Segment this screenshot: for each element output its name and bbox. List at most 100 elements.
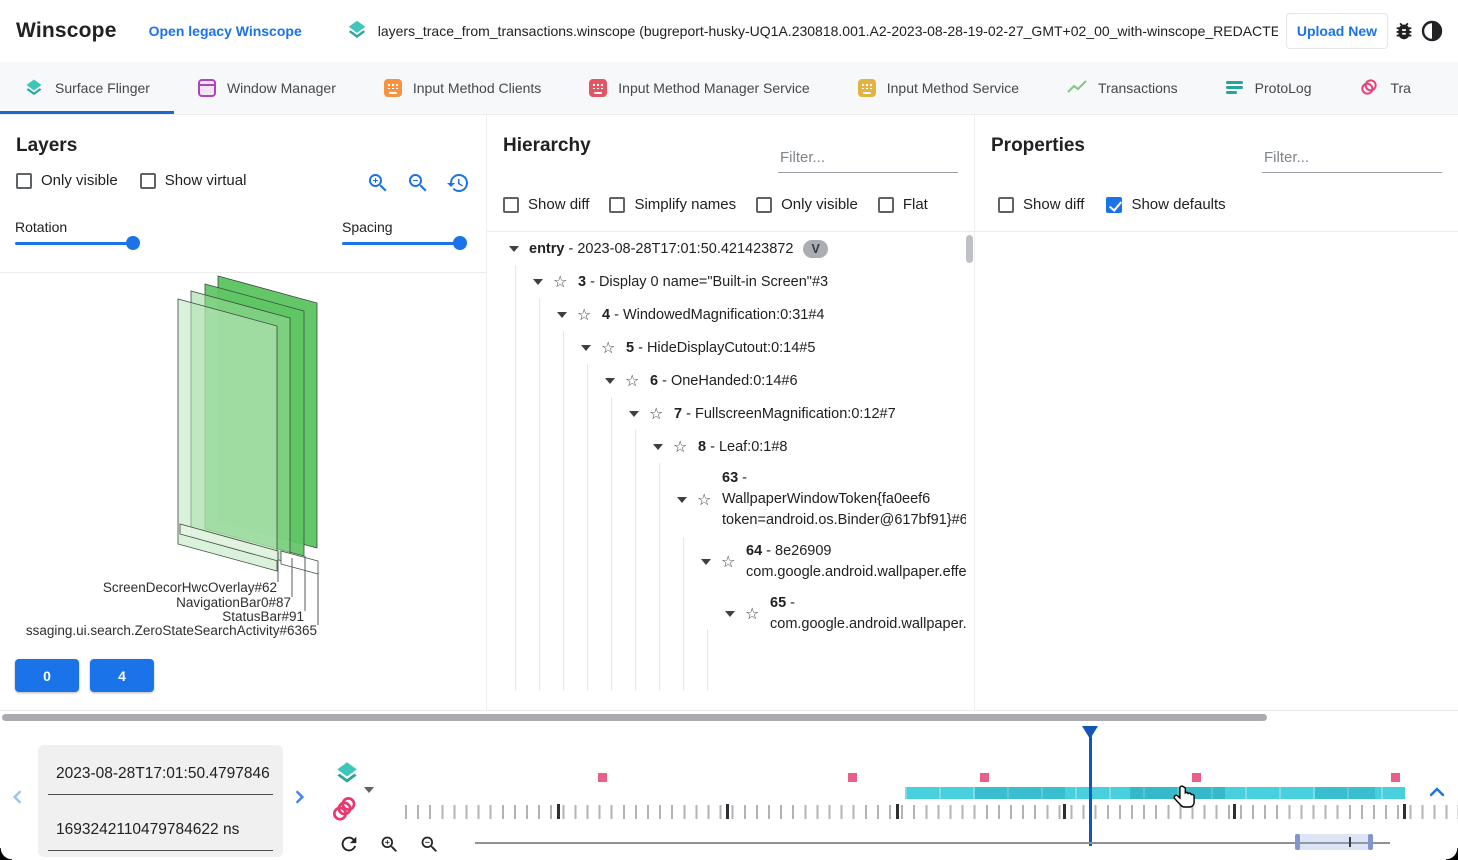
star-icon[interactable]: ☆ [745, 604, 762, 624]
zoom-in-icon[interactable] [366, 171, 390, 195]
tree-row[interactable]: ☆ 64 - 8e26909 com.google.android.wallpa… [487, 536, 966, 588]
active-trace-layers-icon[interactable] [334, 759, 360, 790]
hierarchy-filter-input[interactable] [778, 145, 958, 173]
list-lines-icon [1226, 81, 1244, 95]
checkbox-checked[interactable] [1106, 197, 1122, 213]
chevron-down-icon[interactable] [509, 246, 519, 252]
slider-thumb[interactable] [126, 236, 140, 250]
tab-protolog[interactable]: ProtoLog [1202, 62, 1336, 114]
report-bug-icon[interactable] [1392, 19, 1416, 43]
tab-input-method-service[interactable]: Input Method Service [834, 62, 1043, 114]
event-marker[interactable] [1391, 773, 1400, 782]
timeline-zoom-out-icon[interactable] [419, 834, 440, 860]
show-virtual-checkbox[interactable]: Show virtual [140, 172, 247, 189]
timeline-zoom-in-icon[interactable] [379, 834, 400, 860]
tab-input-method-clients[interactable]: Input Method Clients [360, 62, 565, 114]
event-marker[interactable] [598, 773, 607, 782]
zoom-out-icon[interactable] [406, 171, 430, 195]
timeline-cursor-handle[interactable] [1082, 726, 1098, 739]
star-icon[interactable]: ☆ [721, 552, 738, 572]
tab-input-method-manager-service[interactable]: Input Method Manager Service [565, 62, 833, 114]
tree-row-entry[interactable]: entry - 2023-08-28T17:01:50.421423872 V [487, 232, 966, 265]
tab-surface-flinger[interactable]: Surface Flinger [0, 62, 174, 114]
zoom-selection-handle-left[interactable] [1295, 834, 1300, 850]
collapse-timeline-icon[interactable] [1428, 785, 1446, 803]
star-icon[interactable]: ☆ [625, 371, 642, 391]
timeline-cursor-line[interactable] [1089, 736, 1092, 846]
star-icon[interactable]: ☆ [601, 338, 618, 358]
checkbox[interactable] [878, 197, 894, 213]
tab-transitions[interactable]: Tra [1335, 62, 1434, 114]
screen-recording-trace-icon[interactable] [331, 795, 358, 827]
tree-row[interactable]: ☆ 5 - HideDisplayCutout:0:14#5 [487, 331, 966, 364]
star-icon[interactable]: ☆ [577, 305, 594, 325]
show-diff-checkbox[interactable]: Show diff [503, 196, 589, 213]
only-visible-checkbox[interactable]: Only visible [756, 196, 858, 213]
event-marker[interactable] [980, 773, 989, 782]
properties-title: Properties [991, 135, 1085, 157]
open-legacy-link[interactable]: Open legacy Winscope [149, 23, 302, 39]
chevron-down-icon[interactable] [629, 411, 639, 417]
chevron-down-icon[interactable] [605, 378, 615, 384]
next-entry-icon[interactable] [289, 787, 309, 807]
tree-row[interactable]: ☆ 3 - Display 0 name="Built-in Screen"#3 [487, 265, 966, 298]
upload-new-button[interactable]: Upload New [1286, 13, 1388, 49]
human-time-field[interactable] [48, 751, 273, 795]
event-marker[interactable] [1192, 773, 1201, 782]
star-icon[interactable]: ☆ [697, 490, 714, 510]
chevron-down-icon[interactable] [725, 611, 735, 617]
checkbox[interactable] [16, 173, 32, 189]
chevron-down-icon[interactable] [653, 444, 663, 450]
tree-row[interactable]: ☆ 63 - WallpaperWindowToken{fa0eef6 toke… [487, 463, 966, 536]
timeline-scrubber[interactable] [475, 842, 1390, 844]
tree-row[interactable]: ☆ 7 - FullscreenMagnification:0:12#7 [487, 397, 966, 430]
tab-window-manager[interactable]: Window Manager [174, 62, 360, 114]
tab-transactions[interactable]: Transactions [1043, 62, 1202, 114]
event-marker[interactable] [848, 773, 857, 782]
checkbox[interactable] [998, 197, 1014, 213]
tree-row[interactable]: ☆ 6 - OneHanded:0:14#6 [487, 364, 966, 397]
zoom-selection-handle-right[interactable] [1368, 834, 1373, 850]
layer-id-button-4[interactable]: 4 [90, 659, 154, 692]
only-visible-checkbox[interactable]: Only visible [16, 172, 118, 189]
flat-checkbox[interactable]: Flat [878, 196, 928, 213]
checkbox[interactable] [503, 197, 519, 213]
refresh-icon[interactable] [338, 833, 360, 860]
tree-scrollbar[interactable] [966, 235, 973, 263]
chevron-down-icon[interactable] [557, 312, 567, 318]
tree-row[interactable]: ☆ 65 - com.google.android.wallpaper.effe… [487, 588, 966, 640]
properties-filter-input[interactable] [1262, 145, 1442, 173]
star-icon[interactable]: ☆ [553, 272, 570, 292]
layer-label: ScreenDecorHwcOverlay#62 [103, 580, 277, 595]
star-icon[interactable]: ☆ [673, 437, 690, 457]
timeline-ruler[interactable] [405, 805, 1458, 819]
ns-time-input[interactable] [48, 807, 273, 839]
layer-id-button-0[interactable]: 0 [15, 659, 79, 692]
horizontal-scrollbar[interactable] [2, 714, 1267, 721]
show-defaults-checkbox[interactable]: Show defaults [1106, 196, 1225, 213]
rotation-slider[interactable] [15, 236, 137, 250]
slider-thumb[interactable] [453, 236, 467, 250]
chevron-down-icon[interactable] [533, 279, 543, 285]
reset-view-icon[interactable] [446, 171, 470, 195]
show-diff-checkbox[interactable]: Show diff [998, 196, 1084, 213]
checkbox[interactable] [609, 197, 625, 213]
trace-select-caret-icon[interactable] [364, 787, 374, 793]
simplify-names-checkbox[interactable]: Simplify names [609, 196, 736, 213]
chevron-down-icon[interactable] [677, 497, 687, 503]
human-time-input[interactable] [48, 751, 273, 783]
tree-row[interactable]: ☆ 4 - WindowedMagnification:0:31#4 [487, 298, 966, 331]
v-badge: V [803, 240, 827, 258]
chevron-down-icon[interactable] [701, 559, 711, 565]
trace-coverage-band[interactable] [905, 787, 1405, 799]
chevron-down-icon[interactable] [581, 345, 591, 351]
ns-time-field[interactable] [48, 807, 273, 851]
checkbox[interactable] [756, 197, 772, 213]
checkbox[interactable] [140, 173, 156, 189]
dark-mode-toggle-icon[interactable] [1420, 19, 1444, 43]
tree-row[interactable]: ☆ 8 - Leaf:0:1#8 [487, 430, 966, 463]
zoom-selection-range[interactable] [1295, 834, 1373, 850]
star-icon[interactable]: ☆ [649, 404, 666, 424]
previous-entry-icon[interactable] [8, 787, 28, 807]
spacing-slider[interactable] [342, 236, 464, 250]
